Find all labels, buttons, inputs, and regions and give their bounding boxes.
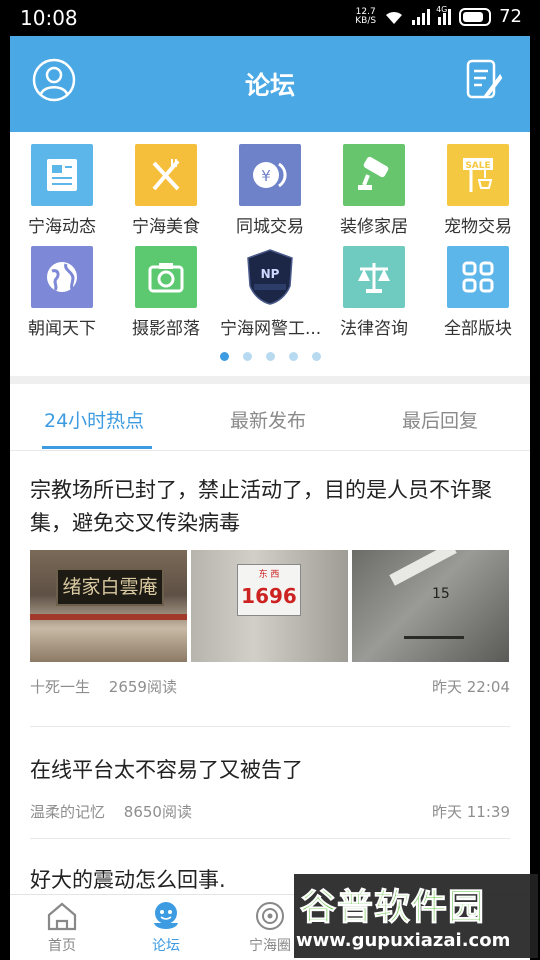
fork-knife-icon bbox=[135, 144, 197, 206]
seal-tape bbox=[389, 550, 457, 586]
battery-level: 72 bbox=[499, 6, 522, 27]
forum-mascot-icon bbox=[154, 902, 178, 929]
door-number-plate: 东 西 1696 bbox=[237, 564, 301, 616]
post-images: 绪家白雲庵 东 西 1696 15 bbox=[30, 550, 510, 662]
post-image[interactable]: 绪家白雲庵 bbox=[30, 550, 187, 662]
police-badge-icon: NP bbox=[239, 246, 301, 308]
category-label: 摄影部落 bbox=[132, 319, 200, 339]
tab-last-reply[interactable]: 最后回复 bbox=[402, 406, 478, 433]
battery-icon bbox=[459, 7, 492, 26]
post-divider bbox=[30, 838, 510, 839]
globe-icon bbox=[31, 246, 93, 308]
compose-button[interactable] bbox=[464, 58, 504, 102]
feed-tabs: 24小时热点 最新发布 最后回复 bbox=[10, 384, 530, 451]
door-latch bbox=[404, 636, 464, 639]
category-world-news[interactable]: 朝闻天下 bbox=[12, 234, 112, 339]
category-label: 法律咨询 bbox=[340, 319, 408, 339]
active-tab-indicator bbox=[42, 446, 152, 449]
watermark-url: www.gupuxiazai.com bbox=[296, 930, 511, 951]
post-meta: 十死一生 2659阅读 昨天 22:04 bbox=[30, 676, 510, 696]
category-label: 全部版块 bbox=[444, 319, 512, 339]
home-icon bbox=[47, 902, 77, 931]
category-ninghai-news[interactable]: 宁海动态 bbox=[12, 132, 112, 237]
status-bar: 10:08 12.7 KB/S 4G 72 bbox=[0, 0, 540, 36]
post-time: 昨天 11:39 bbox=[432, 803, 510, 821]
post-time: 昨天 22:04 bbox=[432, 678, 510, 696]
category-cyber-police[interactable]: NP 宁海网警工... bbox=[220, 234, 321, 339]
tab-24h-hot[interactable]: 24小时热点 bbox=[44, 406, 144, 433]
post-item[interactable]: 在线平台太不容易了又被告了 温柔的记忆 8650阅读 昨天 11:39 bbox=[30, 754, 510, 821]
page-dot[interactable] bbox=[288, 352, 298, 361]
page-dot[interactable] bbox=[311, 352, 321, 361]
paint-roller-icon bbox=[343, 144, 405, 206]
signal-icon bbox=[412, 8, 431, 25]
news-icon bbox=[31, 144, 93, 206]
category-local-trade[interactable]: ¥ 同城交易 bbox=[220, 132, 320, 237]
nav-forum[interactable]: 论坛 bbox=[126, 901, 206, 955]
post-title: 在线平台太不容易了又被告了 bbox=[30, 758, 303, 782]
category-all-boards[interactable]: 全部版块 bbox=[428, 234, 528, 339]
category-label: 宁海网警工... bbox=[220, 319, 322, 339]
page-dot[interactable] bbox=[242, 352, 252, 361]
post-author: 十死一生 bbox=[30, 678, 91, 696]
post-title: 宗教场所已封了，禁止活动了，目的是人员不许聚集，避免交叉传染病毒 bbox=[30, 478, 492, 535]
page-title: 论坛 bbox=[244, 71, 295, 100]
grid-icon bbox=[447, 246, 509, 308]
page-dot[interactable] bbox=[265, 352, 275, 361]
nav-label: 首页 bbox=[48, 938, 76, 954]
svg-text:¥: ¥ bbox=[261, 167, 271, 185]
category-grid: 宁海动态 宁海美食 ¥ 同城交易 装修家居 SALE 宠物交易 朝闻天下 摄影部… bbox=[10, 132, 530, 382]
post-image[interactable]: 15 bbox=[352, 550, 509, 662]
section-divider bbox=[10, 376, 530, 384]
post-author: 温柔的记忆 bbox=[30, 803, 106, 821]
status-time: 10:08 bbox=[20, 6, 78, 30]
category-legal-consult[interactable]: 法律咨询 bbox=[324, 234, 424, 339]
watermark-title: 谷普软件园 bbox=[299, 887, 486, 929]
camera-icon bbox=[135, 246, 197, 308]
app-screen: 论坛 宁海动态 宁海美食 ¥ 同城交易 装修家居 SALE 宠物交易 朝闻天下 … bbox=[10, 36, 530, 960]
post-image[interactable]: 东 西 1696 bbox=[191, 550, 348, 662]
circle-icon bbox=[256, 902, 284, 930]
site-watermark: 谷普软件园 www.gupuxiazai.com bbox=[294, 874, 538, 958]
app-header: 论坛 bbox=[10, 36, 530, 132]
post-item[interactable]: 宗教场所已封了，禁止活动了，目的是人员不许聚集，避免交叉传染病毒 绪家白雲庵 东… bbox=[30, 474, 510, 696]
svg-text:NP: NP bbox=[261, 267, 280, 281]
post-read-count: 8650阅读 bbox=[123, 803, 192, 821]
wifi-icon bbox=[386, 11, 403, 24]
svg-text:SALE: SALE bbox=[465, 161, 490, 171]
nav-label: 论坛 bbox=[152, 938, 180, 954]
plaque: 绪家白雲庵 bbox=[56, 568, 164, 606]
page-dot[interactable] bbox=[219, 352, 229, 361]
post-divider bbox=[30, 726, 510, 727]
category-label: 朝闻天下 bbox=[28, 319, 96, 339]
category-pet-trade[interactable]: SALE 宠物交易 bbox=[428, 132, 528, 237]
nav-home[interactable]: 首页 bbox=[22, 901, 102, 955]
scales-icon bbox=[343, 246, 405, 308]
edit-icon bbox=[466, 59, 503, 99]
net-speed: 12.7 KB/S bbox=[355, 6, 377, 26]
door-frame bbox=[30, 614, 187, 620]
category-photography[interactable]: 摄影部落 bbox=[116, 234, 216, 339]
yen-coin-icon: ¥ bbox=[239, 144, 301, 206]
signal-4g-icon: 4G bbox=[436, 5, 452, 25]
category-ninghai-food[interactable]: 宁海美食 bbox=[116, 132, 216, 237]
tab-latest[interactable]: 最新发布 bbox=[230, 406, 306, 433]
category-home-decor[interactable]: 装修家居 bbox=[324, 132, 424, 237]
page-indicator[interactable] bbox=[10, 352, 530, 361]
post-meta: 温柔的记忆 8650阅读 昨天 11:39 bbox=[30, 801, 510, 821]
sale-sign-icon: SALE bbox=[447, 144, 509, 206]
post-read-count: 2659阅读 bbox=[108, 678, 177, 696]
